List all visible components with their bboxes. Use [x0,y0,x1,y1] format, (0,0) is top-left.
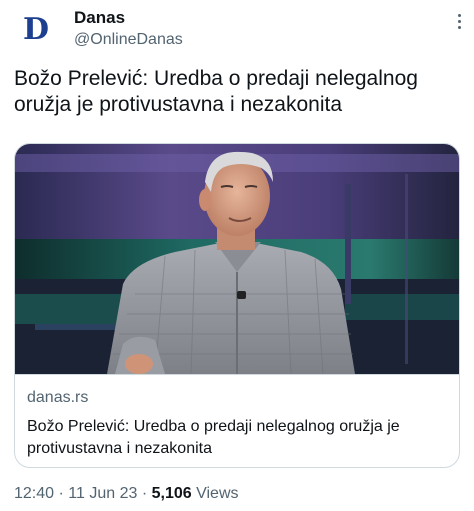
more-dot [457,14,461,17]
card-image[interactable] [15,144,459,374]
link-card[interactable]: danas.rs Božo Prelević: Uredba o predaji… [14,143,460,468]
tweet-date[interactable]: 11 Jun 23 [68,485,137,502]
views-label: Views [196,485,239,502]
card-domain: danas.rs [27,389,89,406]
author-handle[interactable]: @OnlineDanas [74,31,183,49]
meta-separator: · [141,485,148,502]
meta-separator: · [58,485,64,502]
more-dot [457,26,461,29]
avatar-letter: D [22,12,49,47]
tweet-time[interactable]: 12:40 [14,485,54,502]
more-dots-icon[interactable] [456,14,462,29]
author-avatar[interactable]: D [14,8,58,52]
card-meta: danas.rs Božo Prelević: Uredba o predaji… [15,374,459,467]
more-dot [457,20,461,23]
author-name[interactable]: Danas [74,8,125,28]
views-count: 5,106 [151,485,192,502]
card-title: Božo Prelević: Uredba o predaji nelegaln… [27,418,400,457]
tweet-meta: 12:40 · 11 Jun 23 · 5,106 Views [14,485,239,503]
tweet-text: Božo Prelević: Uredba o predaji nelegaln… [14,67,418,116]
